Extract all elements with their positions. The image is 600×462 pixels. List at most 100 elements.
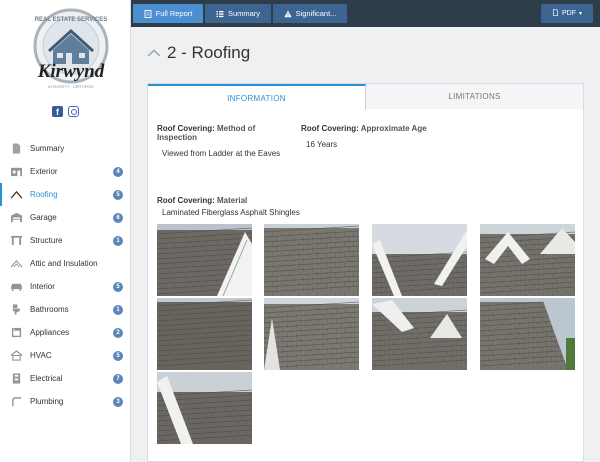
sidebar-item-bathrooms[interactable]: Bathrooms 1 <box>0 298 131 321</box>
field-label-prefix: Roof Covering: <box>301 124 359 133</box>
caret-down-icon: ▾ <box>578 11 582 17</box>
full-report-label: Full Report <box>155 9 193 18</box>
roof-icon <box>147 49 161 57</box>
pdf-label: PDF <box>561 10 576 17</box>
sidebar-item-count-badge: 6 <box>113 212 123 223</box>
summary-label: Summary <box>227 9 261 18</box>
attic-icon <box>9 258 23 270</box>
sidebar-item-label: Summary <box>30 144 65 153</box>
sofa-icon <box>9 281 23 293</box>
significant-label: Significant... <box>295 9 337 18</box>
main-content: 2 - Roofing INFORMATION LIMITATIONS Roof… <box>131 27 600 462</box>
garage-icon <box>9 212 23 224</box>
field-label: Roof Covering: Material <box>157 196 407 205</box>
sidebar-item-label: Appliances <box>30 328 70 337</box>
sidebar-item-structure[interactable]: Structure 1 <box>0 229 131 252</box>
field-label-name: Approximate Age <box>360 124 427 133</box>
roof-photo[interactable] <box>264 298 359 370</box>
sidebar-item-label: Bathrooms <box>30 305 69 314</box>
sidebar-item-label: Roofing <box>30 190 58 199</box>
summary-button[interactable]: Summary <box>205 4 271 23</box>
sidebar-item-label: Interior <box>30 282 55 291</box>
sidebar-item-appliances[interactable]: Appliances 2 <box>0 321 131 344</box>
list-icon <box>216 10 224 18</box>
sidebar-item-label: Electrical <box>30 374 63 383</box>
sidebar-item-label: Plumbing <box>30 397 64 406</box>
sidebar-item-electrical[interactable]: Electrical 7 <box>0 367 131 390</box>
roof-photo[interactable] <box>157 224 252 296</box>
field-label: Roof Covering: Approximate Age <box>301 124 431 133</box>
field-value: 16 Years <box>306 140 338 149</box>
sidebar-item-interior[interactable]: Interior 5 <box>0 275 131 298</box>
sidebar-nav: Summary Exterior 4 Roofing 5 Garage 6 Structure… <box>0 137 131 413</box>
company-logo[interactable]: REAL ESTATE SERVICES Kirwynd INTEGRITY ·… <box>19 6 123 94</box>
sidebar-item-count-badge: 2 <box>113 327 123 338</box>
house-icon <box>9 166 23 178</box>
sidebar-item-label: Structure <box>30 236 63 245</box>
sidebar-item-count-badge: 4 <box>113 166 123 177</box>
document-icon <box>9 143 23 155</box>
toilet-icon <box>9 304 23 316</box>
sidebar-item-hvac[interactable]: HVAC 5 <box>0 344 131 367</box>
sidebar-item-label: Attic and Insulation <box>30 259 98 268</box>
sidebar: REAL ESTATE SERVICES Kirwynd INTEGRITY ·… <box>0 0 131 462</box>
roof-photo[interactable] <box>372 298 467 370</box>
pdf-file-icon <box>552 9 559 18</box>
sidebar-item-count-badge: 5 <box>113 350 123 361</box>
sidebar-item-count-badge: 5 <box>113 281 123 292</box>
sidebar-item-attic-and-insulation[interactable]: Attic and Insulation <box>0 252 131 275</box>
sidebar-item-garage[interactable]: Garage 6 <box>0 206 131 229</box>
approximate-age-field: Roof Covering: Approximate Age 16 Years <box>301 124 431 150</box>
sidebar-item-count-badge: 3 <box>113 396 123 407</box>
sidebar-item-summary[interactable]: Summary <box>0 137 131 160</box>
field-label: Roof Covering: Method of Inspection <box>157 124 287 142</box>
instagram-icon[interactable] <box>68 106 79 117</box>
top-toolbar: Full Report Summary Significant... PDF ▾ <box>131 0 600 27</box>
field-label-prefix: Roof Covering: <box>157 196 215 205</box>
tab-information[interactable]: INFORMATION <box>148 84 366 110</box>
warning-icon <box>283 10 292 18</box>
roofing-card: INFORMATION LIMITATIONS Roof Covering: M… <box>147 83 584 462</box>
sidebar-item-count-badge: 5 <box>113 189 123 200</box>
sidebar-item-roofing[interactable]: Roofing 5 <box>0 183 131 206</box>
significant-button[interactable]: Significant... <box>273 4 347 23</box>
section-header: 2 - Roofing <box>147 43 250 63</box>
material-field: Roof Covering: Material Laminated Fiberg… <box>157 196 407 218</box>
logo-bottom-text: INTEGRITY · CERTIFIED <box>48 84 94 89</box>
sidebar-item-label: Exterior <box>30 167 58 176</box>
facebook-icon[interactable]: f <box>52 106 63 117</box>
hvac-icon <box>9 350 23 362</box>
sidebar-item-count-badge: 1 <box>113 235 123 246</box>
logo-name-text: Kirwynd <box>37 61 105 82</box>
sidebar-item-label: Garage <box>30 213 57 222</box>
roof-photo[interactable] <box>372 224 467 296</box>
social-links: f <box>52 106 79 117</box>
sidebar-item-count-badge: 7 <box>113 373 123 384</box>
roof-icon <box>9 189 23 201</box>
tab-bar: INFORMATION LIMITATIONS <box>148 84 583 110</box>
roof-photo[interactable] <box>264 224 359 296</box>
document-icon <box>144 9 152 18</box>
structure-icon <box>9 235 23 247</box>
section-title: 2 - Roofing <box>167 43 251 62</box>
roof-photo[interactable] <box>157 298 252 370</box>
logo-top-text: REAL ESTATE SERVICES <box>35 17 108 23</box>
pdf-dropdown-button[interactable]: PDF ▾ <box>541 4 593 23</box>
field-label-name: Material <box>217 196 248 205</box>
sidebar-item-plumbing[interactable]: Plumbing 3 <box>0 390 131 413</box>
sidebar-item-count-badge: 1 <box>113 304 123 315</box>
sidebar-item-label: HVAC <box>30 351 52 360</box>
field-label-prefix: Roof Covering: <box>157 124 215 133</box>
electrical-panel-icon <box>9 373 23 385</box>
appliance-icon <box>9 327 23 339</box>
field-value: Viewed from Ladder at the Eaves <box>162 149 281 158</box>
method-of-inspection-field: Roof Covering: Method of Inspection View… <box>157 124 287 159</box>
tab-limitations[interactable]: LIMITATIONS <box>366 84 583 109</box>
full-report-button[interactable]: Full Report <box>133 4 203 23</box>
field-value: Laminated Fiberglass Asphalt Shingles <box>162 208 300 217</box>
sidebar-item-exterior[interactable]: Exterior 4 <box>0 160 131 183</box>
pipe-icon <box>9 396 23 408</box>
roof-photo[interactable] <box>480 224 575 296</box>
roof-photo[interactable] <box>157 372 252 444</box>
roof-photo[interactable] <box>480 298 575 370</box>
